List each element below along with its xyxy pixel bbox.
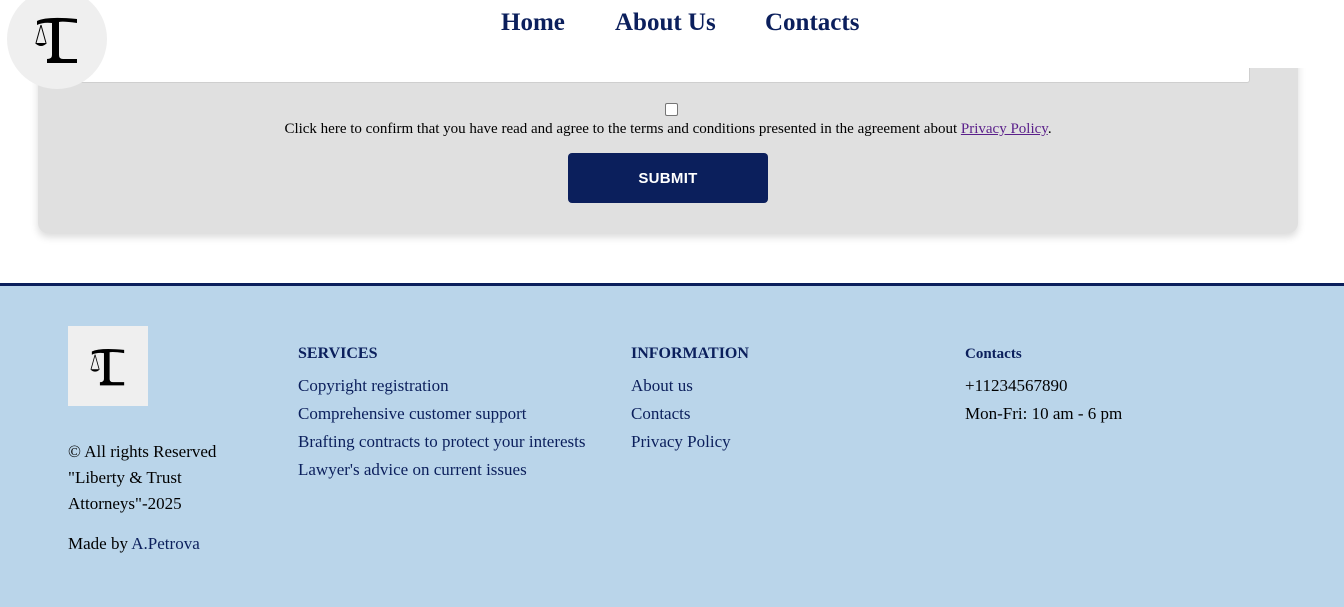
information-column: INFORMATION About us Contacts Privacy Po… — [631, 344, 749, 456]
privacy-policy-link[interactable]: Privacy Policy — [961, 121, 1048, 137]
office-hours: Mon-Fri: 10 am - 6 pm — [965, 404, 1123, 423]
information-heading: INFORMATION — [631, 345, 749, 362]
copyright-line-1: © All rights Reserved — [68, 442, 217, 461]
agree-text-end: . — [1047, 121, 1052, 137]
nav-contacts-link[interactable]: Contacts — [765, 9, 859, 37]
services-column: SERVICES Copyright registration Comprehe… — [298, 344, 586, 484]
agree-text: Click here to confirm that you have read… — [0, 121, 1336, 138]
submit-button[interactable]: SUBMIT — [568, 153, 768, 203]
top-navigation: Home About Us Contacts — [0, 0, 1344, 68]
phone-number: +11234567890 — [965, 376, 1068, 395]
service-link[interactable]: Lawyer's advice on current issues — [298, 456, 586, 484]
agree-text-body: Click here to confirm that you have read… — [284, 121, 961, 137]
services-heading: SERVICES — [298, 345, 378, 362]
nav-home-link[interactable]: Home — [501, 9, 565, 37]
footer-logo[interactable] — [68, 326, 148, 406]
service-link[interactable]: Comprehensive customer support — [298, 400, 586, 428]
info-link-privacy[interactable]: Privacy Policy — [631, 428, 749, 456]
service-link[interactable]: Copyright registration — [298, 372, 586, 400]
made-by-prefix: Made by — [68, 534, 132, 553]
service-link[interactable]: Brafting contracts to protect your inter… — [298, 428, 586, 456]
info-link-about[interactable]: About us — [631, 372, 749, 400]
site-footer: © All rights Reserved "Liberty & Trust A… — [0, 283, 1344, 607]
copyright-line-3: Attorneys"-2025 — [68, 494, 182, 513]
agree-checkbox[interactable] — [665, 103, 678, 116]
author-link[interactable]: A.Petrova — [131, 534, 199, 553]
scales-of-justice-logo-icon — [90, 348, 125, 386]
copyright-line-2: "Liberty & Trust — [68, 468, 182, 487]
contacts-heading: Contacts — [965, 346, 1022, 362]
scales-of-justice-logo-icon — [35, 17, 77, 63]
nav-about-link[interactable]: About Us — [615, 9, 716, 37]
info-link-contacts[interactable]: Contacts — [631, 400, 749, 428]
copyright-text: © All rights Reserved "Liberty & Trust A… — [68, 439, 268, 517]
made-by: Made by A.Petrova — [68, 534, 200, 554]
contacts-column: Contacts +11234567890 Mon-Fri: 10 am - 6… — [965, 344, 1122, 428]
